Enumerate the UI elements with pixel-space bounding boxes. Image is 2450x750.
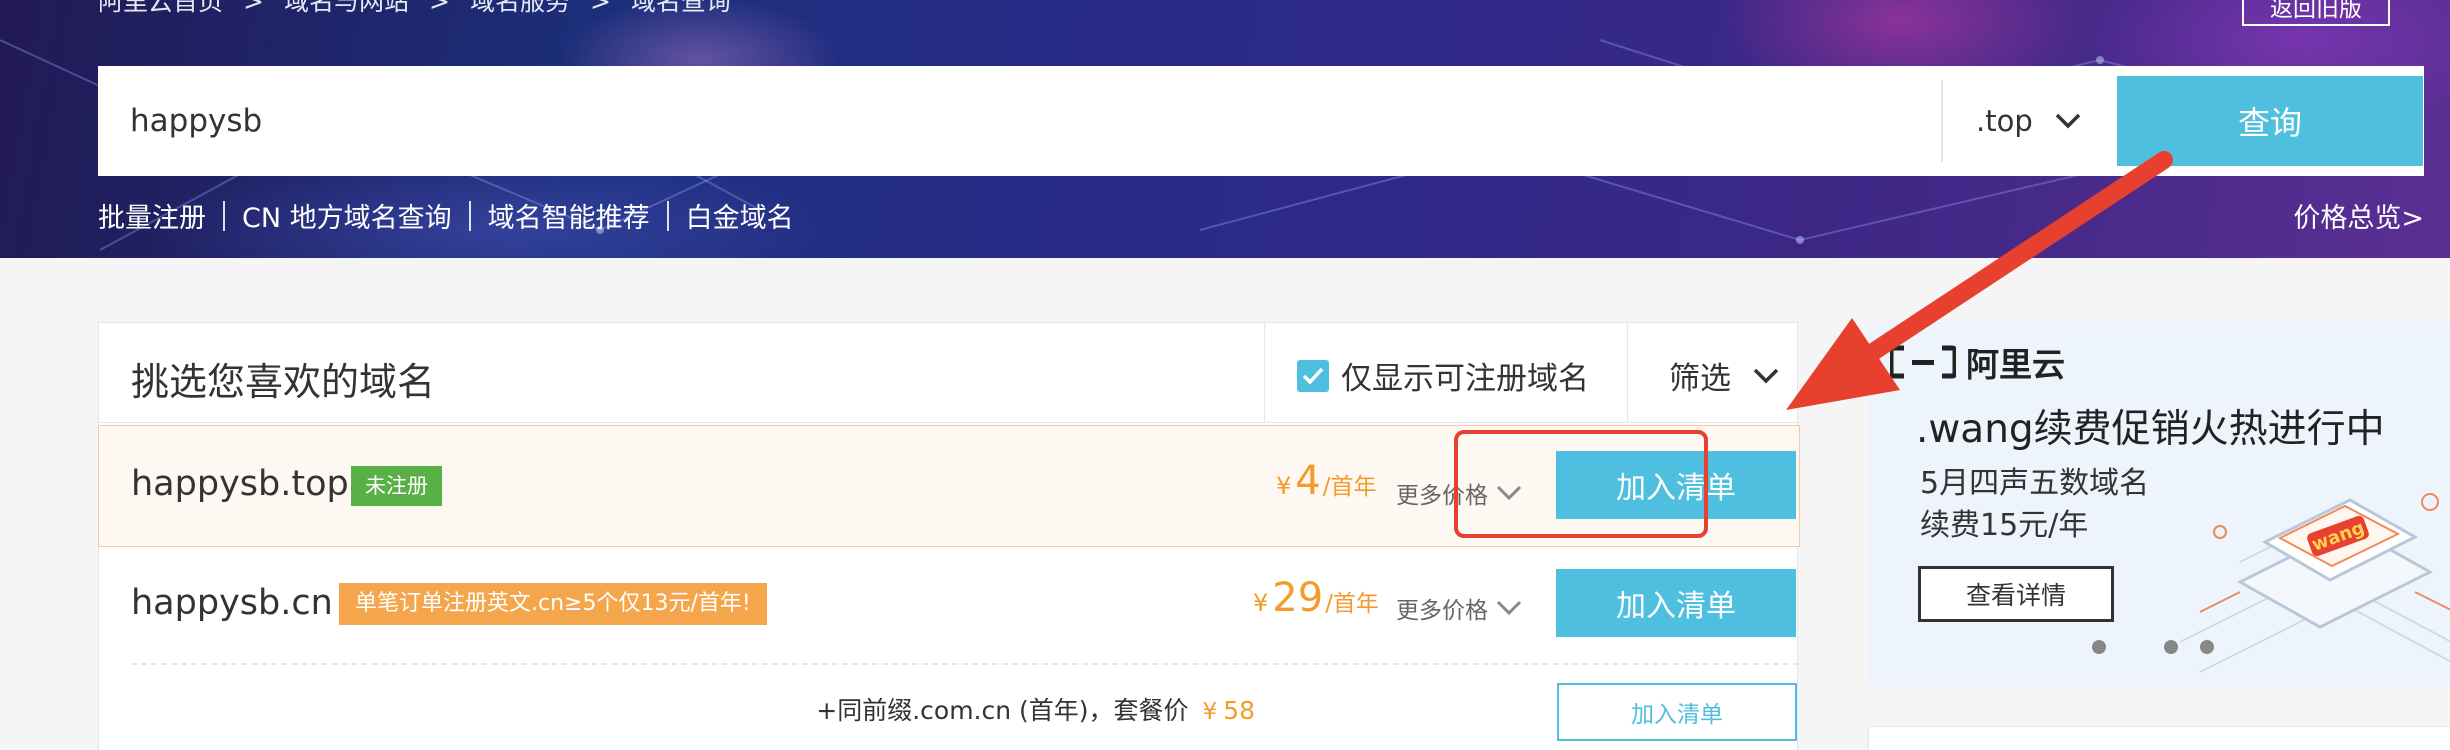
- carousel-dot[interactable]: [2200, 640, 2214, 654]
- domain-row-cn: happysb.cn 单笔订单注册英文.cn≥5个仅13元/首年! ¥ 29 /…: [99, 549, 1799, 665]
- ad-view-details-button[interactable]: 查看详情: [1918, 566, 2114, 622]
- status-badge: 未注册: [351, 466, 442, 506]
- price-overview-link[interactable]: 价格总览>: [2293, 196, 2424, 235]
- divider: [1627, 323, 1628, 423]
- available-only-label: 仅显示可注册域名: [1341, 361, 1589, 397]
- bundle-offer: +同前缀.com.cn (首年)，套餐价 ¥ 58 加入清单: [99, 683, 1799, 750]
- divider: [223, 200, 225, 231]
- breadcrumb-separator: >: [243, 0, 264, 16]
- search-bar: .top 查询: [98, 66, 2424, 176]
- divider: [468, 200, 471, 231]
- ad-brand-name: 阿里云: [1966, 345, 2065, 384]
- side-card: [1868, 726, 2450, 750]
- available-only-filter[interactable]: 仅显示可注册域名: [1297, 353, 1589, 398]
- annotation-highlight-box: [1454, 430, 1708, 538]
- link-smart-recommend[interactable]: 域名智能推荐: [488, 196, 650, 235]
- divider: [131, 663, 1799, 665]
- breadcrumb-domains-websites[interactable]: 域名与网站: [284, 0, 409, 16]
- aliyun-logo-icon: [1890, 345, 1956, 379]
- link-batch-register[interactable]: 批量注册: [98, 196, 206, 235]
- chevron-down-icon: [2055, 113, 2080, 129]
- bundle-add-to-list-button[interactable]: 加入清单: [1557, 683, 1797, 741]
- bundle-price: ¥ 58: [1203, 696, 1255, 725]
- chevron-down-icon: [1753, 368, 1779, 383]
- link-platinum-domains[interactable]: 白金域名: [686, 196, 794, 235]
- breadcrumb-domain-query: 域名查询: [630, 0, 731, 16]
- price-currency: ¥: [1253, 589, 1269, 617]
- promo-badge: 单笔订单注册英文.cn≥5个仅13元/首年!: [339, 583, 767, 625]
- tld-select-value: .top: [1976, 104, 2033, 138]
- divider: [666, 200, 669, 231]
- divider: [1264, 323, 1265, 423]
- domain-name: happysb.top: [131, 464, 349, 504]
- chevron-down-icon: [1496, 600, 1522, 616]
- domain-price: ¥ 4 /首年: [1276, 458, 1376, 504]
- ad-subtitle-line1: 5月四声五数域名: [1920, 466, 2150, 501]
- domain-name: happysb.cn: [131, 583, 333, 623]
- carousel-dot[interactable]: [2164, 640, 2178, 654]
- price-unit: /首年: [1322, 474, 1377, 500]
- breadcrumb-separator: >: [589, 0, 611, 16]
- carousel-dots: [2092, 640, 2236, 654]
- carousel-dot[interactable]: [2092, 640, 2106, 654]
- breadcrumb-home[interactable]: 阿里云首页: [98, 0, 223, 16]
- price-unit: /首年: [1325, 591, 1379, 617]
- checkmark-icon: [1302, 367, 1324, 385]
- add-to-list-button[interactable]: 加入清单: [1556, 569, 1796, 637]
- divider: [1941, 80, 1943, 162]
- promo-ad-banner[interactable]: 阿里云 .wang续费促销火热进行中 5月四声五数域名 续费15元/年 wang…: [1868, 322, 2450, 686]
- bundle-price-currency: ¥: [1202, 699, 1218, 725]
- bundle-price-value: 58: [1223, 696, 1255, 725]
- available-only-checkbox[interactable]: [1297, 359, 1329, 392]
- bundle-description: +同前缀.com.cn (首年)，套餐价: [816, 696, 1189, 725]
- search-button[interactable]: 查询: [2117, 76, 2423, 166]
- filter-label: 筛选: [1669, 361, 1731, 397]
- ad-subtitle-line2: 续费15元/年: [1920, 508, 2089, 543]
- ad-brand: 阿里云: [1890, 338, 2065, 386]
- quick-links: 批量注册 CN 地方域名查询 域名智能推荐 白金域名: [98, 196, 794, 235]
- more-prices-toggle[interactable]: 更多价格: [1396, 591, 1522, 625]
- link-cn-regional-query[interactable]: CN 地方域名查询: [242, 196, 452, 235]
- breadcrumb: 阿里云首页 > 域名与网站 > 域名服务 > 域名查询: [98, 0, 731, 18]
- filter-dropdown[interactable]: 筛选: [1669, 353, 1779, 398]
- breadcrumb-separator: >: [428, 0, 450, 16]
- results-header: 挑选您喜欢的域名 仅显示可注册域名 筛选: [99, 323, 1799, 423]
- domain-search-input[interactable]: [98, 66, 1940, 176]
- more-prices-label: 更多价格: [1396, 598, 1488, 624]
- results-title: 挑选您喜欢的域名: [131, 360, 436, 404]
- tld-select[interactable]: .top: [1976, 66, 2116, 176]
- bundle-offer-text: +同前缀.com.cn (首年)，套餐价 ¥ 58: [816, 691, 1255, 727]
- price-value: 29: [1272, 575, 1324, 621]
- breadcrumb-domain-service[interactable]: 域名服务: [470, 0, 570, 16]
- hero-banner: 阿里云首页 > 域名与网站 > 域名服务 > 域名查询 返回旧版 .top 查询 批量注册 …: [0, 0, 2450, 258]
- price-currency: ¥: [1276, 472, 1292, 500]
- domain-price: ¥ 29 /首年: [1253, 575, 1379, 621]
- back-to-old-version-button[interactable]: 返回旧版: [2242, 0, 2390, 26]
- price-value: 4: [1295, 458, 1321, 504]
